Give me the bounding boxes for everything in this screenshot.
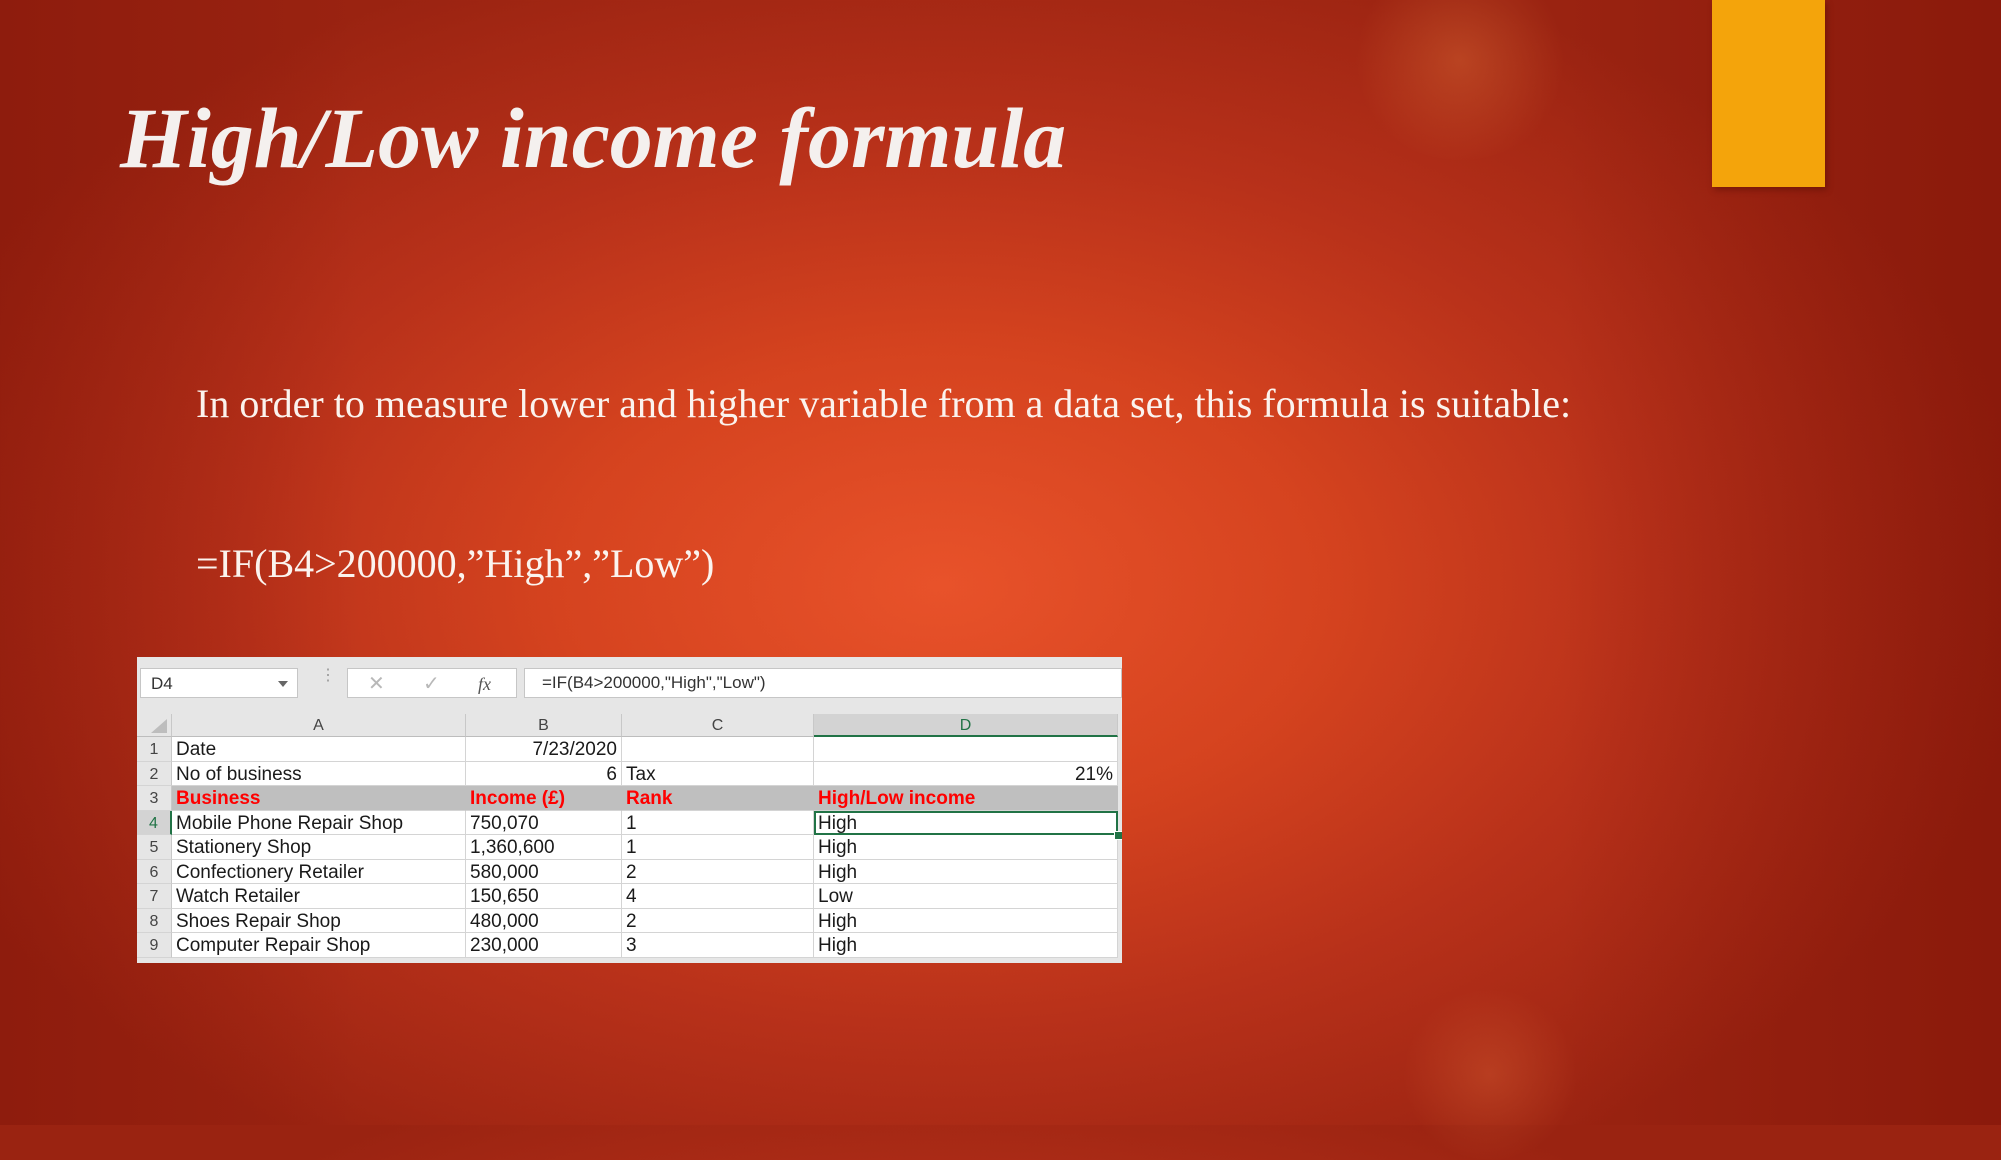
cell-b3[interactable]: Income (£) <box>466 786 622 811</box>
column-header-b[interactable]: B <box>466 714 622 737</box>
cell-b1[interactable]: 7/23/2020 <box>466 737 622 762</box>
table-row: 2 No of business 6 Tax 21% <box>137 761 1122 786</box>
cell-c5[interactable]: 1 <box>622 835 814 860</box>
table-row: 6 Confectionery Retailer 580,000 2 High <box>137 859 1122 884</box>
cell-a2[interactable]: No of business <box>172 761 466 786</box>
cell-a7[interactable]: Watch Retailer <box>172 884 466 909</box>
cell-d8[interactable]: High <box>814 908 1118 933</box>
name-box[interactable]: D4 <box>140 668 298 698</box>
formula-buttons: ✕ ✓ fx <box>347 668 517 698</box>
table-row: 8 Shoes Repair Shop 480,000 2 High <box>137 908 1122 933</box>
cell-d1[interactable] <box>814 737 1118 762</box>
cell-c2[interactable]: Tax <box>622 761 814 786</box>
column-header-a[interactable]: A <box>172 714 466 737</box>
cell-d4[interactable]: High <box>814 810 1118 835</box>
select-all-corner[interactable] <box>137 714 172 737</box>
cell-c1[interactable] <box>622 737 814 762</box>
row-number[interactable]: 9 <box>137 933 172 958</box>
accent-bar <box>1712 0 1825 187</box>
table-row: 5 Stationery Shop 1,360,600 1 High <box>137 835 1122 860</box>
row-number[interactable]: 2 <box>137 761 172 786</box>
column-header-d[interactable]: D <box>814 714 1118 737</box>
formula-text: =IF(B4>200000,”High”,”Low”) <box>196 541 715 586</box>
table-row: 1 Date 7/23/2020 <box>137 737 1122 762</box>
cell-d7[interactable]: Low <box>814 884 1118 909</box>
cell-d3[interactable]: High/Low income <box>814 786 1118 811</box>
row-number[interactable]: 4 <box>137 810 172 835</box>
row-number[interactable]: 8 <box>137 908 172 933</box>
fx-icon[interactable]: fx <box>478 669 491 699</box>
cell-b9[interactable]: 230,000 <box>466 933 622 958</box>
cell-b2[interactable]: 6 <box>466 761 622 786</box>
cell-c6[interactable]: 2 <box>622 859 814 884</box>
column-header-c[interactable]: C <box>622 714 814 737</box>
table-row: 3 Business Income (£) Rank High/Low income <box>137 786 1122 811</box>
cell-d9[interactable]: High <box>814 933 1118 958</box>
row-number[interactable]: 6 <box>137 859 172 884</box>
chevron-down-icon[interactable] <box>278 681 288 687</box>
cell-a9[interactable]: Computer Repair Shop <box>172 933 466 958</box>
fill-handle[interactable] <box>1114 831 1122 840</box>
cell-a6[interactable]: Confectionery Retailer <box>172 859 466 884</box>
row-number[interactable]: 7 <box>137 884 172 909</box>
row-number[interactable]: 1 <box>137 737 172 762</box>
row-number[interactable]: 3 <box>137 786 172 811</box>
cell-b7[interactable]: 150,650 <box>466 884 622 909</box>
spreadsheet-screenshot: D4 ⋮ ✕ ✓ fx =IF(B4>200000,"High","Low") … <box>137 657 1122 963</box>
cell-b8[interactable]: 480,000 <box>466 908 622 933</box>
cell-b4[interactable]: 750,070 <box>466 810 622 835</box>
table-row: 4 Mobile Phone Repair Shop 750,070 1 High <box>137 810 1122 835</box>
row-number[interactable]: 5 <box>137 835 172 860</box>
cell-b6[interactable]: 580,000 <box>466 859 622 884</box>
cell-a5[interactable]: Stationery Shop <box>172 835 466 860</box>
cell-a4[interactable]: Mobile Phone Repair Shop <box>172 810 466 835</box>
cell-d5[interactable]: High <box>814 835 1118 860</box>
check-icon[interactable]: ✓ <box>423 669 440 699</box>
cell-c4[interactable]: 1 <box>622 810 814 835</box>
cell-c3[interactable]: Rank <box>622 786 814 811</box>
cell-a1[interactable]: Date <box>172 737 466 762</box>
cell-d2[interactable]: 21% <box>814 761 1118 786</box>
slide-title: High/Low income formula <box>120 90 1067 186</box>
formula-bar[interactable]: =IF(B4>200000,"High","Low") <box>524 668 1122 698</box>
cell-b5[interactable]: 1,360,600 <box>466 835 622 860</box>
body-paragraph: In order to measure lower and higher var… <box>196 381 1572 426</box>
table-row: 7 Watch Retailer 150,650 4 Low <box>137 884 1122 909</box>
cell-d6[interactable]: High <box>814 859 1118 884</box>
name-box-value: D4 <box>151 674 173 693</box>
cell-c8[interactable]: 2 <box>622 908 814 933</box>
cell-c7[interactable]: 4 <box>622 884 814 909</box>
cell-c9[interactable]: 3 <box>622 933 814 958</box>
cell-a8[interactable]: Shoes Repair Shop <box>172 908 466 933</box>
cell-a3[interactable]: Business <box>172 786 466 811</box>
grip-icon: ⋮ <box>320 667 336 684</box>
table-row: 9 Computer Repair Shop 230,000 3 High <box>137 933 1122 958</box>
close-icon[interactable]: ✕ <box>368 669 385 699</box>
